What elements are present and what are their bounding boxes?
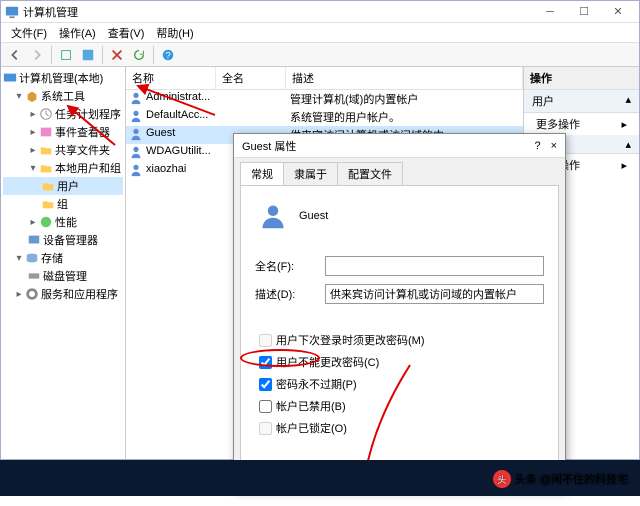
- chk-disabled[interactable]: 帐户已禁用(B): [259, 398, 544, 414]
- col-desc[interactable]: 描述: [286, 67, 523, 89]
- back-button[interactable]: [5, 45, 25, 65]
- svg-text:?: ?: [165, 50, 170, 61]
- help-icon[interactable]: ?: [158, 45, 178, 65]
- watermark: 头 头条 @闲不住的科技宅: [493, 470, 628, 488]
- user-icon: [129, 91, 143, 105]
- col-name[interactable]: 名称: [126, 67, 216, 89]
- dialog-help-button[interactable]: ?: [534, 140, 540, 152]
- titlebar: 计算机管理 ─ ☐ ✕: [1, 1, 639, 23]
- actions-more-1[interactable]: 更多操作▸: [524, 113, 639, 135]
- user-icon: [129, 109, 143, 123]
- properties-icon[interactable]: [78, 45, 98, 65]
- tree-groups[interactable]: 组: [3, 195, 123, 213]
- refresh-icon[interactable]: [129, 45, 149, 65]
- user-icon: [129, 127, 143, 141]
- up-button[interactable]: [56, 45, 76, 65]
- dialog-tabs: 常规 隶属于 配置文件: [234, 158, 565, 185]
- tree-disk-mgmt[interactable]: 磁盘管理: [3, 267, 123, 285]
- tab-member[interactable]: 隶属于: [283, 162, 338, 185]
- menu-view[interactable]: 查看(V): [102, 25, 151, 41]
- tree-shared-folders[interactable]: ▸共享文件夹: [3, 141, 123, 159]
- user-icon: [259, 202, 287, 230]
- menubar: 文件(F) 操作(A) 查看(V) 帮助(H): [1, 23, 639, 43]
- list-row[interactable]: DefaultAcc...系统管理的用户帐户。: [126, 108, 523, 126]
- actions-header: 操作: [524, 67, 639, 90]
- tree-users[interactable]: 用户: [3, 177, 123, 195]
- tree-system-tools[interactable]: ▾系统工具: [3, 87, 123, 105]
- tree-event-viewer[interactable]: ▸事件查看器: [3, 123, 123, 141]
- menu-help[interactable]: 帮助(H): [150, 25, 199, 41]
- dialog-close-button[interactable]: ×: [551, 140, 557, 152]
- col-fullname[interactable]: 全名: [216, 67, 286, 89]
- chk-must-change: 用户下次登录时须更改密码(M): [259, 332, 544, 348]
- window-title: 计算机管理: [23, 4, 78, 20]
- tree-services[interactable]: ▸服务和应用程序: [3, 285, 123, 303]
- fullname-label: 全名(F):: [255, 258, 325, 274]
- fullname-input[interactable]: [325, 256, 544, 276]
- actions-group-users[interactable]: 用户▴: [524, 90, 639, 113]
- chk-locked: 帐户已锁定(O): [259, 420, 544, 436]
- dialog-titlebar: Guest 属性 ? ×: [234, 134, 565, 158]
- chk-never-expire[interactable]: 密码永不过期(P): [259, 376, 544, 392]
- chk-cannot-change[interactable]: 用户不能更改密码(C): [259, 354, 544, 370]
- minimize-button[interactable]: ─: [533, 2, 567, 22]
- menu-file[interactable]: 文件(F): [5, 25, 53, 41]
- guest-properties-dialog: Guest 属性 ? × 常规 隶属于 配置文件 Guest 全名(F): 描述…: [233, 133, 566, 491]
- user-icon: [129, 145, 143, 159]
- close-button[interactable]: ✕: [601, 2, 635, 22]
- menu-action[interactable]: 操作(A): [53, 25, 102, 41]
- delete-icon[interactable]: [107, 45, 127, 65]
- tree-task-scheduler[interactable]: ▸任务计划程序: [3, 105, 123, 123]
- nav-tree[interactable]: 计算机管理(本地) ▾系统工具 ▸任务计划程序 ▸事件查看器 ▸共享文件夹 ▾本…: [1, 67, 126, 459]
- tree-root[interactable]: 计算机管理(本地): [3, 69, 123, 87]
- tree-local-users[interactable]: ▾本地用户和组: [3, 159, 123, 177]
- watermark-logo: 头: [493, 470, 511, 488]
- desc-label: 描述(D):: [255, 286, 325, 302]
- dialog-title: Guest 属性: [242, 138, 296, 154]
- toolbar: ?: [1, 43, 639, 67]
- dialog-username: Guest: [299, 210, 328, 222]
- tree-device-manager[interactable]: 设备管理器: [3, 231, 123, 249]
- user-icon: [129, 163, 143, 177]
- tab-profile[interactable]: 配置文件: [337, 162, 403, 185]
- maximize-button[interactable]: ☐: [567, 2, 601, 22]
- list-header: 名称 全名 描述: [126, 67, 523, 90]
- app-icon: [5, 5, 19, 19]
- forward-button[interactable]: [27, 45, 47, 65]
- desc-input[interactable]: [325, 284, 544, 304]
- tab-pane-general: Guest 全名(F): 描述(D): 用户下次登录时须更改密码(M) 用户不能…: [240, 185, 559, 471]
- tree-performance[interactable]: ▸性能: [3, 213, 123, 231]
- tab-general[interactable]: 常规: [240, 162, 284, 185]
- list-row[interactable]: Administrat...管理计算机(域)的内置帐户: [126, 90, 523, 108]
- tree-storage[interactable]: ▾存储: [3, 249, 123, 267]
